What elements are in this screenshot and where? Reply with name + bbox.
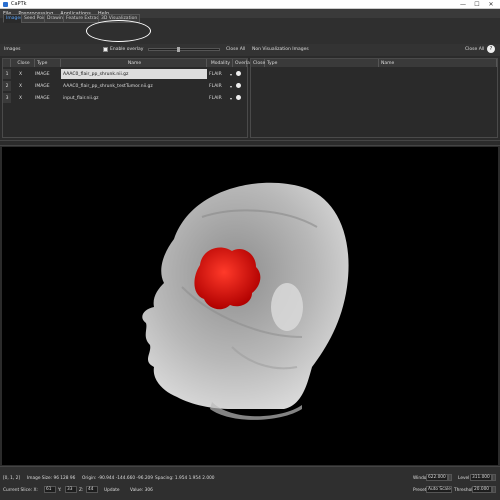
close-all-right-button[interactable]: Close All	[465, 47, 484, 52]
chevron-down-icon[interactable]: ▾	[230, 69, 232, 79]
row-name[interactable]: AAAC0_flair_pp_shrunk.nii.gz	[61, 69, 207, 79]
spacing-text: Spacing: 1.954 1.954 2.000	[155, 476, 215, 481]
close-row-button[interactable]: X	[19, 81, 22, 91]
close-window-button[interactable]: ✕	[484, 1, 498, 8]
slice-y-input[interactable]: 33	[65, 486, 77, 493]
overlay-radio[interactable]	[236, 83, 241, 88]
window-title: CaPTk	[11, 1, 27, 7]
status-panel	[0, 466, 500, 500]
row-name[interactable]: input_flair.nii.gz	[61, 93, 207, 103]
level-spinner-icon[interactable]	[492, 474, 496, 481]
modality-select[interactable]: FLAIR	[209, 93, 222, 103]
table-row[interactable]: 2 X IMAGE AAAC0_flair_pp_shrunk_testTumo…	[3, 81, 247, 91]
preset-select[interactable]: Auto Scale	[426, 486, 452, 493]
slider-handle[interactable]	[177, 47, 180, 52]
highlight-ellipse	[86, 20, 151, 42]
panel-splitter[interactable]	[0, 140, 500, 146]
col-close[interactable]: Close	[251, 59, 265, 67]
table-row[interactable]: 1 X IMAGE AAAC0_flair_pp_shrunk.nii.gz F…	[3, 69, 247, 79]
threshold-input[interactable]: 20.000	[472, 486, 492, 493]
images-table: Close Type Name Modality Overlay 1 X IMA…	[2, 58, 253, 138]
axes-indicator: [0, 1, 2]	[3, 476, 21, 481]
value-text: Value: 306	[130, 488, 153, 493]
row-type: IMAGE	[35, 71, 50, 77]
level-input[interactable]: 311.000	[470, 474, 492, 481]
threshold-spinner-icon[interactable]	[492, 486, 496, 493]
row-index: 2	[3, 81, 11, 91]
non-visualization-table: Close Type Name	[250, 58, 498, 138]
slice-x-input[interactable]: 61	[44, 486, 56, 493]
maximize-button[interactable]: ☐	[470, 1, 484, 8]
enable-overlay-label: Enable overlay	[110, 47, 144, 52]
modality-select[interactable]: FLAIR	[209, 69, 222, 79]
row-index: 1	[3, 69, 11, 79]
col-modality[interactable]: Modality	[207, 59, 233, 67]
row-type: IMAGE	[35, 83, 50, 89]
close-row-button[interactable]: X	[19, 69, 22, 79]
preset-label: Preset	[413, 488, 427, 493]
help-icon[interactable]: ?	[487, 45, 495, 53]
row-index: 3	[3, 93, 11, 103]
row-index-header	[3, 59, 11, 67]
minimize-button[interactable]: —	[456, 1, 470, 8]
level-label: Level	[458, 476, 470, 481]
title-bar: CaPTk — ☐ ✕	[0, 0, 500, 9]
ear-shape	[271, 283, 303, 331]
images-toolbar	[0, 44, 500, 56]
slice-y-label: Y:	[58, 488, 62, 493]
enable-overlay-checkbox[interactable]	[103, 47, 108, 52]
3d-viewer[interactable]	[2, 147, 498, 465]
col-close[interactable]: Close	[11, 59, 35, 67]
chevron-down-icon[interactable]: ▾	[230, 93, 232, 103]
non-visualization-images-label: Non Visualization Images	[252, 47, 309, 52]
col-name[interactable]: Name	[61, 59, 207, 67]
slice-z-input[interactable]: 44	[86, 486, 98, 493]
window-spinner-icon[interactable]	[448, 474, 452, 481]
close-row-button[interactable]: X	[19, 93, 22, 103]
app-logo-icon	[3, 1, 8, 7]
current-slice-label: Current Slice: X:	[3, 488, 38, 493]
images-label: Images	[4, 47, 21, 52]
col-type[interactable]: Type	[35, 59, 61, 67]
window-input[interactable]: 622.000	[426, 474, 448, 481]
overlay-radio[interactable]	[236, 95, 241, 100]
overlay-opacity-slider[interactable]	[148, 47, 220, 52]
origin-text: Origin: -90.944 -144.660 -96.209	[82, 476, 154, 481]
chevron-down-icon[interactable]: ▾	[230, 81, 232, 91]
row-name[interactable]: AAAC0_flair_pp_shrunk_testTumor.nii.gz	[61, 81, 207, 91]
head-rendering	[142, 182, 349, 420]
image-size-text: Image Size: 96 128 96	[27, 476, 76, 481]
col-type[interactable]: Type	[265, 59, 379, 67]
modality-select[interactable]: FLAIR	[209, 81, 222, 91]
col-overlay[interactable]: Overlay	[233, 59, 253, 67]
table-row[interactable]: 3 X IMAGE input_flair.nii.gz FLAIR ▾	[3, 93, 247, 103]
col-name[interactable]: Name	[379, 59, 497, 67]
slice-z-label: Z:	[79, 488, 84, 493]
update-button[interactable]: Update	[104, 488, 120, 493]
overlay-radio[interactable]	[236, 71, 241, 76]
row-type: IMAGE	[35, 95, 50, 101]
close-all-left-button[interactable]: Close All	[226, 47, 245, 52]
